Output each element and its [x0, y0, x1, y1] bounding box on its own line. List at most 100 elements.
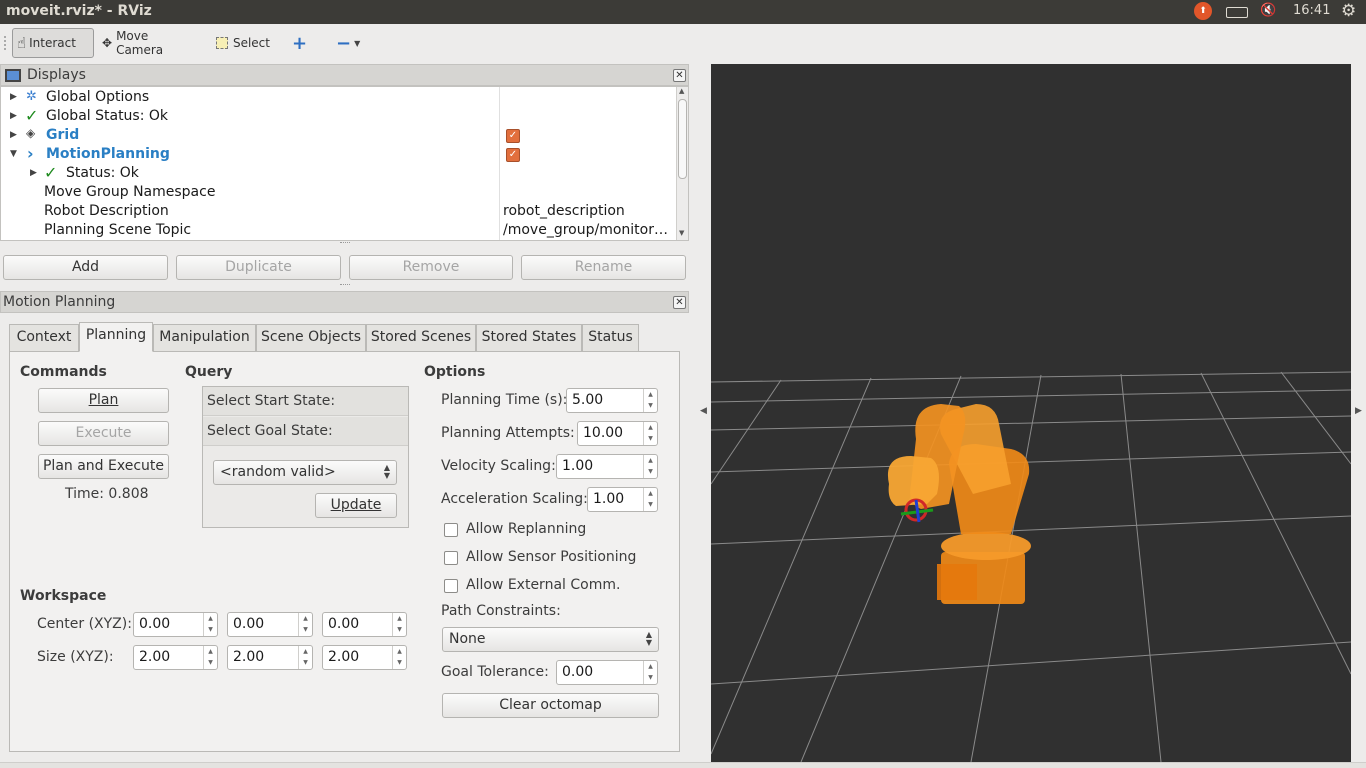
- planning-time-result: Time: 0.808: [65, 486, 149, 502]
- allow-sensor-positioning-checkbox[interactable]: [444, 551, 458, 565]
- tab-stored-states[interactable]: Stored States: [476, 324, 582, 351]
- close-icon[interactable]: ✕: [673, 69, 686, 82]
- goal-state-label: Select Goal State:: [207, 423, 333, 439]
- close-icon[interactable]: ✕: [673, 296, 686, 309]
- planning-attempts-spinbox[interactable]: 10.00 ▲ ▼: [577, 421, 658, 446]
- goal-state-combo[interactable]: <random valid> ▲ ▼: [213, 460, 397, 485]
- tab-planning[interactable]: Planning: [79, 322, 153, 352]
- execute-button[interactable]: Execute: [38, 421, 169, 446]
- tree-row-value[interactable]: /move_group/monitor…: [503, 222, 668, 238]
- tab-stored-scenes[interactable]: Stored Scenes: [366, 324, 476, 351]
- size-z-spinbox[interactable]: 2.00 ▲ ▼: [322, 645, 407, 670]
- path-constraints-combo[interactable]: None ▲ ▼: [442, 627, 659, 652]
- enable-checkbox[interactable]: ✓: [506, 129, 520, 143]
- start-state-row[interactable]: Select Start State:: [203, 387, 408, 416]
- collapse-left-icon[interactable]: ◀: [700, 406, 707, 416]
- update-button[interactable]: Update: [315, 493, 397, 518]
- 3d-scene[interactable]: [711, 64, 1351, 762]
- render-viewport[interactable]: [711, 64, 1351, 762]
- acceleration-scaling-spinbox[interactable]: 1.00 ▲ ▼: [587, 487, 658, 512]
- spin-arrows-icon[interactable]: ▲ ▼: [643, 488, 657, 511]
- allow-sensor-positioning-label[interactable]: Allow Sensor Positioning: [466, 549, 636, 565]
- allow-external-comm-checkbox[interactable]: [444, 579, 458, 593]
- tab-context[interactable]: Context: [9, 324, 79, 351]
- center-x-spinbox[interactable]: 0.00 ▲ ▼: [133, 612, 218, 637]
- allow-external-comm-label[interactable]: Allow External Comm.: [466, 577, 620, 593]
- center-x-value: 0.00: [139, 616, 171, 632]
- battery-icon[interactable]: [1226, 7, 1248, 18]
- center-z-spinbox[interactable]: 0.00 ▲ ▼: [322, 612, 407, 637]
- tree-row-label: Global Options: [46, 89, 150, 105]
- allow-replanning-checkbox[interactable]: [444, 523, 458, 537]
- goal-state-row[interactable]: Select Goal State:: [203, 417, 408, 446]
- spin-arrows-icon[interactable]: ▲ ▼: [643, 389, 657, 412]
- velocity-scaling-spinbox[interactable]: 1.00 ▲ ▼: [556, 454, 658, 479]
- size-x-spinbox[interactable]: 2.00 ▲ ▼: [133, 645, 218, 670]
- ground-grid: [711, 371, 1351, 762]
- toolbar-handle[interactable]: [4, 36, 6, 50]
- tab-status[interactable]: Status: [582, 324, 639, 351]
- tab-manipulation[interactable]: Manipulation: [153, 324, 256, 351]
- tree-row-motionplanning[interactable]: ▼ › MotionPlanning ✓: [1, 144, 677, 164]
- tree-row-global-status[interactable]: ▶ ✓ Global Status: Ok: [1, 106, 677, 126]
- plan-and-execute-button[interactable]: Plan and Execute: [38, 454, 169, 479]
- planning-time-value: 5.00: [572, 392, 604, 408]
- add-tool-icon[interactable]: +: [288, 28, 310, 58]
- size-y-spinbox[interactable]: 2.00 ▲ ▼: [227, 645, 313, 670]
- spin-arrows-icon[interactable]: ▲ ▼: [298, 646, 312, 669]
- allow-replanning-label[interactable]: Allow Replanning: [466, 521, 586, 537]
- spin-arrows-icon[interactable]: ▲ ▼: [643, 422, 657, 445]
- scroll-down-icon[interactable]: ▼: [679, 229, 684, 237]
- remove-button[interactable]: Remove: [349, 255, 513, 280]
- expand-arrow-icon[interactable]: ▶: [10, 130, 17, 140]
- clock[interactable]: 16:41: [1293, 3, 1330, 18]
- spin-arrows-icon[interactable]: ▲ ▼: [203, 613, 217, 636]
- rename-button[interactable]: Rename: [521, 255, 686, 280]
- volume-muted-icon[interactable]: 🔇: [1260, 3, 1276, 18]
- enable-checkbox[interactable]: ✓: [506, 148, 520, 162]
- splitter-handle[interactable]: [340, 284, 350, 288]
- spin-arrows-icon[interactable]: ▲ ▼: [643, 661, 657, 684]
- tree-row-grid[interactable]: ▶ ◈ Grid ✓: [1, 126, 677, 145]
- goal-state-value: <random valid>: [220, 464, 336, 480]
- expand-arrow-icon[interactable]: ▶: [10, 92, 17, 102]
- tree-scrollbar[interactable]: ▲ ▼: [676, 87, 688, 240]
- robot-arm-model[interactable]: [887, 404, 1031, 604]
- collapse-arrow-icon[interactable]: ▼: [10, 149, 17, 159]
- query-heading: Query: [185, 364, 233, 380]
- tree-row-value[interactable]: robot_description: [503, 203, 625, 219]
- center-y-spinbox[interactable]: 0.00 ▲ ▼: [227, 612, 313, 637]
- spin-arrows-icon[interactable]: ▲ ▼: [392, 613, 406, 636]
- tree-row-planning-scene-topic[interactable]: Planning Scene Topic /move_group/monitor…: [1, 221, 677, 240]
- duplicate-button[interactable]: Duplicate: [176, 255, 341, 280]
- interact-button[interactable]: ☝ Interact: [12, 28, 94, 58]
- tree-row-status[interactable]: ▶ ✓ Status: Ok: [1, 163, 677, 183]
- move-camera-button[interactable]: ✥ Move Camera: [98, 28, 200, 58]
- tree-row-robot-description[interactable]: Robot Description robot_description: [1, 202, 677, 221]
- tree-row-global-options[interactable]: ▶ ✲ Global Options: [1, 88, 677, 107]
- select-rect-icon: [216, 37, 228, 49]
- goal-tolerance-spinbox[interactable]: 0.00 ▲ ▼: [556, 660, 658, 685]
- tree-row-move-group-namespace[interactable]: Move Group Namespace: [1, 183, 677, 202]
- plan-button[interactable]: Plan: [38, 388, 169, 413]
- scroll-up-icon[interactable]: ▲: [679, 87, 684, 95]
- scroll-thumb[interactable]: [678, 99, 687, 179]
- status-bar: [0, 762, 1366, 768]
- spin-arrows-icon[interactable]: ▲ ▼: [392, 646, 406, 669]
- update-notifier-icon[interactable]: ⬆: [1194, 2, 1212, 20]
- select-button[interactable]: Select: [212, 28, 274, 58]
- add-button[interactable]: Add: [3, 255, 168, 280]
- remove-tool-icon[interactable]: − ▼: [332, 28, 366, 58]
- clear-octomap-button[interactable]: Clear octomap: [442, 693, 659, 718]
- planning-time-spinbox[interactable]: 5.00 ▲ ▼: [566, 388, 658, 413]
- spin-arrows-icon[interactable]: ▲ ▼: [203, 646, 217, 669]
- splitter-handle[interactable]: [340, 242, 350, 246]
- spin-arrows-icon[interactable]: ▲ ▼: [643, 455, 657, 478]
- expand-right-icon[interactable]: ▶: [1355, 406, 1362, 416]
- expand-arrow-icon[interactable]: ▶: [30, 168, 37, 178]
- size-z-value: 2.00: [328, 649, 360, 665]
- expand-arrow-icon[interactable]: ▶: [10, 111, 17, 121]
- tab-scene-objects[interactable]: Scene Objects: [256, 324, 366, 351]
- gear-icon[interactable]: ⚙: [1341, 1, 1356, 21]
- spin-arrows-icon[interactable]: ▲ ▼: [298, 613, 312, 636]
